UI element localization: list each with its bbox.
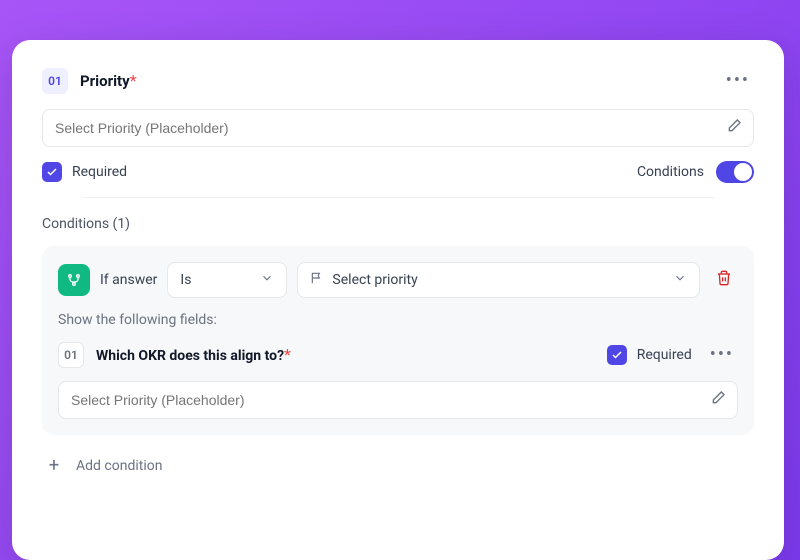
subfield-title: Which OKR does this align to? — [96, 348, 284, 364]
required-checkbox-row: Required — [42, 162, 127, 182]
if-answer-label: If answer — [100, 272, 157, 288]
required-checkbox[interactable] — [42, 162, 62, 182]
subfield-number-badge: 01 — [58, 342, 84, 368]
pencil-icon[interactable] — [710, 390, 726, 410]
more-icon[interactable]: ••• — [722, 66, 754, 95]
show-fields-label: Show the following fields: — [58, 312, 738, 328]
conditions-section-title: Conditions (1) — [42, 216, 754, 232]
conditions-toggle-row: Conditions — [637, 161, 754, 183]
chevron-down-icon — [260, 271, 274, 289]
pencil-icon[interactable] — [726, 118, 742, 138]
add-condition-label: Add condition — [76, 458, 162, 474]
divider — [82, 197, 714, 198]
field-number-badge: 01 — [42, 68, 68, 94]
field-header: 01 Priority* ••• — [42, 66, 754, 95]
branch-icon — [58, 264, 90, 296]
value-select-left: Select priority — [310, 271, 417, 289]
form-field-editor-card: 01 Priority* ••• Required Conditions Con… — [12, 40, 784, 560]
subfield-right-controls: Required ••• — [607, 340, 738, 369]
conditions-label: Conditions — [637, 164, 704, 180]
field-title: Priority — [80, 72, 130, 90]
value-select[interactable]: Select priority — [297, 262, 700, 298]
required-label: Required — [72, 164, 127, 180]
conditions-toggle[interactable] — [716, 161, 754, 183]
subfield-header-row: 01 Which OKR does this align to?* Requir… — [58, 340, 738, 369]
flag-icon — [310, 271, 324, 289]
chevron-down-icon — [673, 271, 687, 289]
operator-select[interactable]: Is — [167, 262, 287, 298]
subfield-title-wrap: Which OKR does this align to?* — [96, 345, 291, 364]
placeholder-input-wrap — [42, 109, 754, 147]
trash-icon[interactable] — [710, 264, 738, 296]
add-condition-button[interactable]: + Add condition — [42, 449, 754, 482]
condition-card: If answer Is Select priority — [42, 246, 754, 435]
operator-value: Is — [180, 272, 191, 288]
field-title-wrap: Priority* — [80, 71, 137, 90]
priority-placeholder-input[interactable] — [42, 109, 754, 147]
required-star: * — [130, 71, 137, 90]
plus-icon: + — [44, 455, 64, 476]
subfield-placeholder-input[interactable] — [58, 381, 738, 419]
more-icon[interactable]: ••• — [706, 340, 738, 369]
subfield-required-label: Required — [637, 347, 692, 363]
value-placeholder: Select priority — [332, 272, 417, 288]
subfield-placeholder-wrap — [58, 381, 738, 419]
subfield-required-checkbox[interactable] — [607, 345, 627, 365]
condition-rule-row: If answer Is Select priority — [58, 262, 738, 298]
required-star: * — [284, 345, 291, 364]
required-conditions-row: Required Conditions — [42, 161, 754, 183]
